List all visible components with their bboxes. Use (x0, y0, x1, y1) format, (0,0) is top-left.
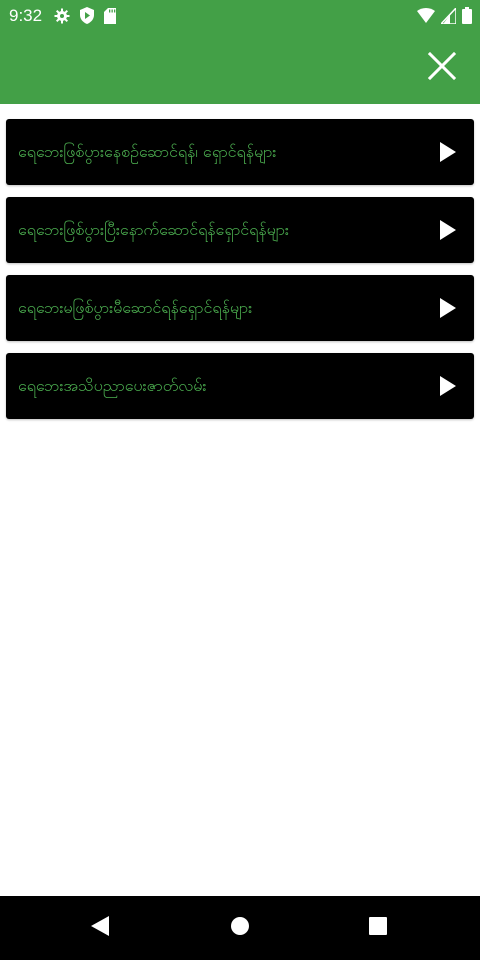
battery-icon (462, 7, 472, 24)
home-icon (230, 916, 250, 940)
play-icon (440, 298, 456, 318)
shield-play-icon (80, 7, 94, 24)
menu-item-after-flood[interactable]: ရေဘေးဖြစ်ပွားပြီးနောက်ဆောင်ရန်ရှောင်ရန်မ… (6, 197, 474, 263)
status-time: 9:32 (9, 6, 43, 25)
wifi-icon (417, 7, 435, 24)
back-icon (91, 916, 109, 940)
recents-icon (369, 917, 387, 939)
status-right-icons (417, 7, 472, 24)
status-left-icons (54, 7, 116, 24)
home-button[interactable] (228, 916, 252, 940)
play-icon (440, 220, 456, 240)
play-icon (440, 142, 456, 162)
menu-item-label: ရေဘေးမဖြစ်ပွားမီဆောင်ရန်ရှောင်ရန်များ (18, 298, 253, 317)
menu-item-label: ရေဘေးဖြစ်ပွားနေစဉ်ဆောင်ရန်၊ ရှောင်ရန်မျာ… (18, 142, 277, 161)
menu-item-before-flood[interactable]: ရေဘေးမဖြစ်ပွားမီဆောင်ရန်ရှောင်ရန်များ (6, 275, 474, 341)
menu-list: ရေဘေးဖြစ်ပွားနေစဉ်ဆောင်ရန်၊ ရှောင်ရန်မျာ… (6, 119, 474, 431)
nav-bar (0, 896, 480, 960)
screen: 9:32 ရေဘေးဖြစ်ပွားနေစဉ်ဆောင်ရန်၊ ရှောင်ရ… (0, 0, 480, 960)
status-bar: 9:32 (0, 0, 480, 32)
menu-item-flood-story[interactable]: ရေဘေးအသိပညာပေးဇာတ်လမ်း (6, 353, 474, 419)
menu-item-label: ရေဘေးဖြစ်ပွားပြီးနောက်ဆောင်ရန်ရှောင်ရန်မ… (18, 220, 289, 239)
back-button[interactable] (88, 916, 112, 940)
recents-button[interactable] (366, 916, 390, 940)
menu-item-during-flood[interactable]: ရေဘေးဖြစ်ပွားနေစဉ်ဆောင်ရန်၊ ရှောင်ရန်မျာ… (6, 119, 474, 185)
menu-item-label: ရေဘေးအသိပညာပေးဇာတ်လမ်း (18, 376, 207, 395)
signal-icon (441, 7, 456, 24)
app-bar (0, 32, 480, 104)
gear-icon (54, 8, 70, 24)
play-icon (440, 376, 456, 396)
close-icon (427, 51, 457, 84)
close-button[interactable] (422, 48, 462, 88)
sd-card-icon (104, 7, 116, 24)
